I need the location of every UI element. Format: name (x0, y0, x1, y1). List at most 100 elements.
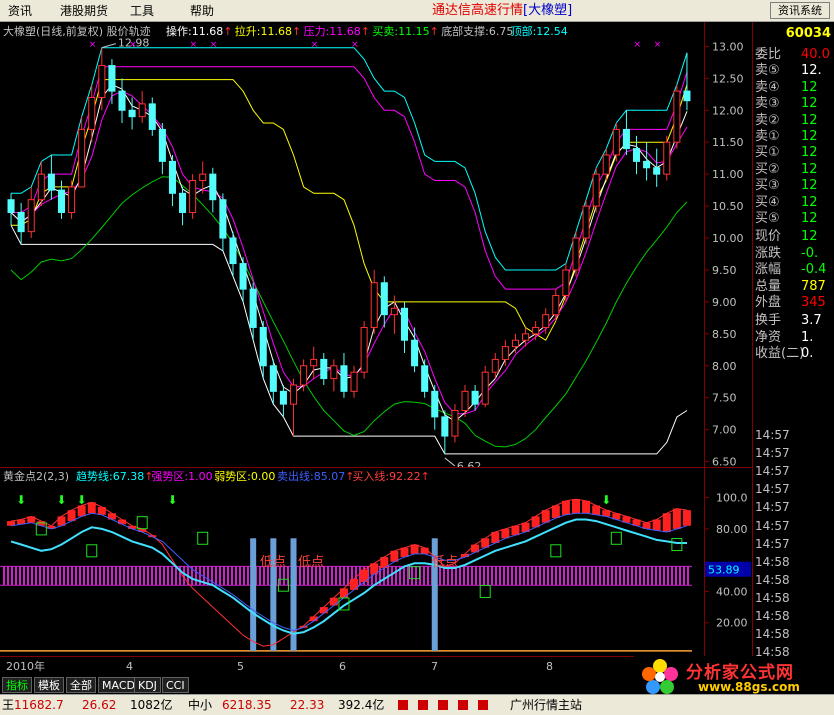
status-server[interactable]: 广州行情主站 (510, 695, 582, 715)
menu-item-news[interactable]: 资讯 (8, 3, 32, 19)
candle[interactable] (370, 269, 378, 334)
tick-time: 14:57 (755, 464, 790, 479)
tab-all[interactable]: 全部 (66, 677, 96, 693)
tick-row[interactable]: 14:57 (753, 444, 834, 462)
price-tick-label: 13.00 (712, 40, 744, 53)
candle[interactable] (17, 202, 25, 245)
main-header-arrow-3: ↑ (429, 25, 439, 38)
candle[interactable] (118, 78, 126, 124)
candle[interactable] (57, 180, 66, 219)
candle[interactable] (461, 384, 469, 417)
indicator-chart[interactable]: ⬇ ⬇ ⬇ ⬇ ⬇ 100.0 80.00 40.00 20.00 53.89 (0, 468, 752, 656)
candle[interactable] (168, 154, 176, 207)
tick-row[interactable]: 14:58 (753, 607, 834, 625)
indicator-tick-label: 40.00 (716, 585, 748, 598)
candle[interactable] (68, 180, 76, 219)
candle[interactable] (400, 301, 409, 354)
candle[interactable] (320, 353, 328, 385)
tick-row[interactable]: 14:57 (753, 426, 834, 444)
tick-row[interactable]: 14:58 (753, 589, 834, 607)
candle[interactable] (189, 174, 197, 219)
candle[interactable] (360, 321, 368, 379)
tick-row[interactable]: 14:57 (753, 498, 834, 516)
candle[interactable] (592, 167, 600, 213)
tick-row[interactable]: 14:58 (753, 625, 834, 643)
candle[interactable] (27, 186, 35, 239)
candle[interactable] (683, 52, 691, 111)
candle[interactable] (390, 295, 398, 334)
candle[interactable] (380, 276, 388, 328)
tick-row[interactable]: 14:57 (753, 480, 834, 498)
candle[interactable] (653, 148, 661, 187)
candle[interactable] (179, 186, 187, 226)
tick-row[interactable]: 14:58 (753, 553, 834, 571)
candle[interactable] (47, 154, 55, 200)
tab-cci[interactable]: CCI (162, 677, 189, 693)
candle[interactable] (663, 135, 671, 181)
candle[interactable] (673, 84, 681, 149)
candle[interactable] (451, 404, 459, 443)
tick-row[interactable]: 14:58 (753, 643, 834, 656)
candle[interactable] (632, 135, 641, 175)
candle[interactable] (88, 84, 96, 143)
menu-item-help[interactable]: 帮助 (190, 3, 214, 19)
menu-item-tools[interactable]: 工具 (130, 3, 154, 19)
tick-time: 14:57 (755, 446, 790, 461)
candle[interactable] (572, 231, 580, 277)
candle[interactable] (582, 199, 590, 245)
candle[interactable] (340, 353, 348, 398)
status-sme-volume: 392.4亿 (338, 698, 385, 712)
price-tick-label: 10.50 (712, 200, 744, 213)
candle[interactable] (7, 193, 15, 226)
main-header-value-0: 操作:11.68↑ (166, 25, 233, 38)
info-system-button[interactable]: 资讯系统 (770, 2, 830, 19)
tick-time: 14:58 (755, 572, 790, 587)
candle[interactable] (279, 384, 287, 417)
candle[interactable] (350, 365, 358, 398)
tick-time: 14:58 (755, 645, 790, 656)
buy-block (571, 499, 580, 514)
indicator-title: 黄金点2(2,3) (3, 470, 70, 483)
main-chart-title: 大橡塑(日线,前复权) 股价轨迹 (3, 25, 151, 38)
candle[interactable] (532, 321, 540, 341)
candle[interactable] (209, 167, 217, 213)
candle[interactable] (542, 308, 550, 334)
candle[interactable] (643, 142, 651, 181)
buy-block (662, 513, 671, 533)
candle[interactable] (78, 116, 86, 188)
quote-label: 外盘 (755, 295, 782, 310)
candle[interactable] (441, 410, 449, 454)
tick-row[interactable]: 14:57 (753, 462, 834, 480)
price-chart[interactable]: 12.986.62× × × × × × × × 13.0012.5012.0011.5011… (0, 22, 752, 468)
candle[interactable] (330, 359, 338, 392)
candle[interactable] (622, 110, 630, 155)
tick-row[interactable]: 14:58 (753, 571, 834, 589)
candle[interactable] (148, 97, 156, 136)
signal-box (671, 538, 683, 552)
logo-url[interactable]: www.88gs.com (698, 680, 800, 694)
tick-time: 14:58 (755, 627, 790, 642)
date-label-apr: 4 (126, 660, 133, 673)
indicator-header-value-3: 卖出线:85.07↑ (277, 470, 355, 483)
candle[interactable] (511, 333, 519, 354)
candle[interactable] (219, 193, 227, 251)
tick-row[interactable]: 14:57 (753, 517, 834, 535)
tick-time: 14:57 (755, 482, 790, 497)
tab-template[interactable]: 模板 (34, 677, 64, 693)
candle[interactable] (269, 359, 277, 405)
candle[interactable] (481, 365, 489, 408)
candle[interactable] (158, 123, 166, 175)
candle[interactable] (501, 340, 509, 366)
menu-item-hk-futures[interactable]: 港股期货 (60, 3, 108, 19)
tab-indicator[interactable]: 指标 (2, 677, 32, 693)
candle[interactable] (138, 91, 146, 124)
candle[interactable] (108, 59, 116, 104)
candle[interactable] (421, 359, 429, 398)
main-header-value-3: 买卖:11.15↑ (372, 25, 439, 38)
tab-kdj[interactable]: KDJ (134, 677, 161, 693)
tab-macd[interactable]: MACD (98, 677, 139, 693)
tick-row[interactable]: 14:57 (753, 535, 834, 553)
candle[interactable] (431, 384, 439, 430)
candle[interactable] (289, 378, 298, 437)
main-header-value-1: 拉升:11.68↑ (234, 25, 302, 38)
